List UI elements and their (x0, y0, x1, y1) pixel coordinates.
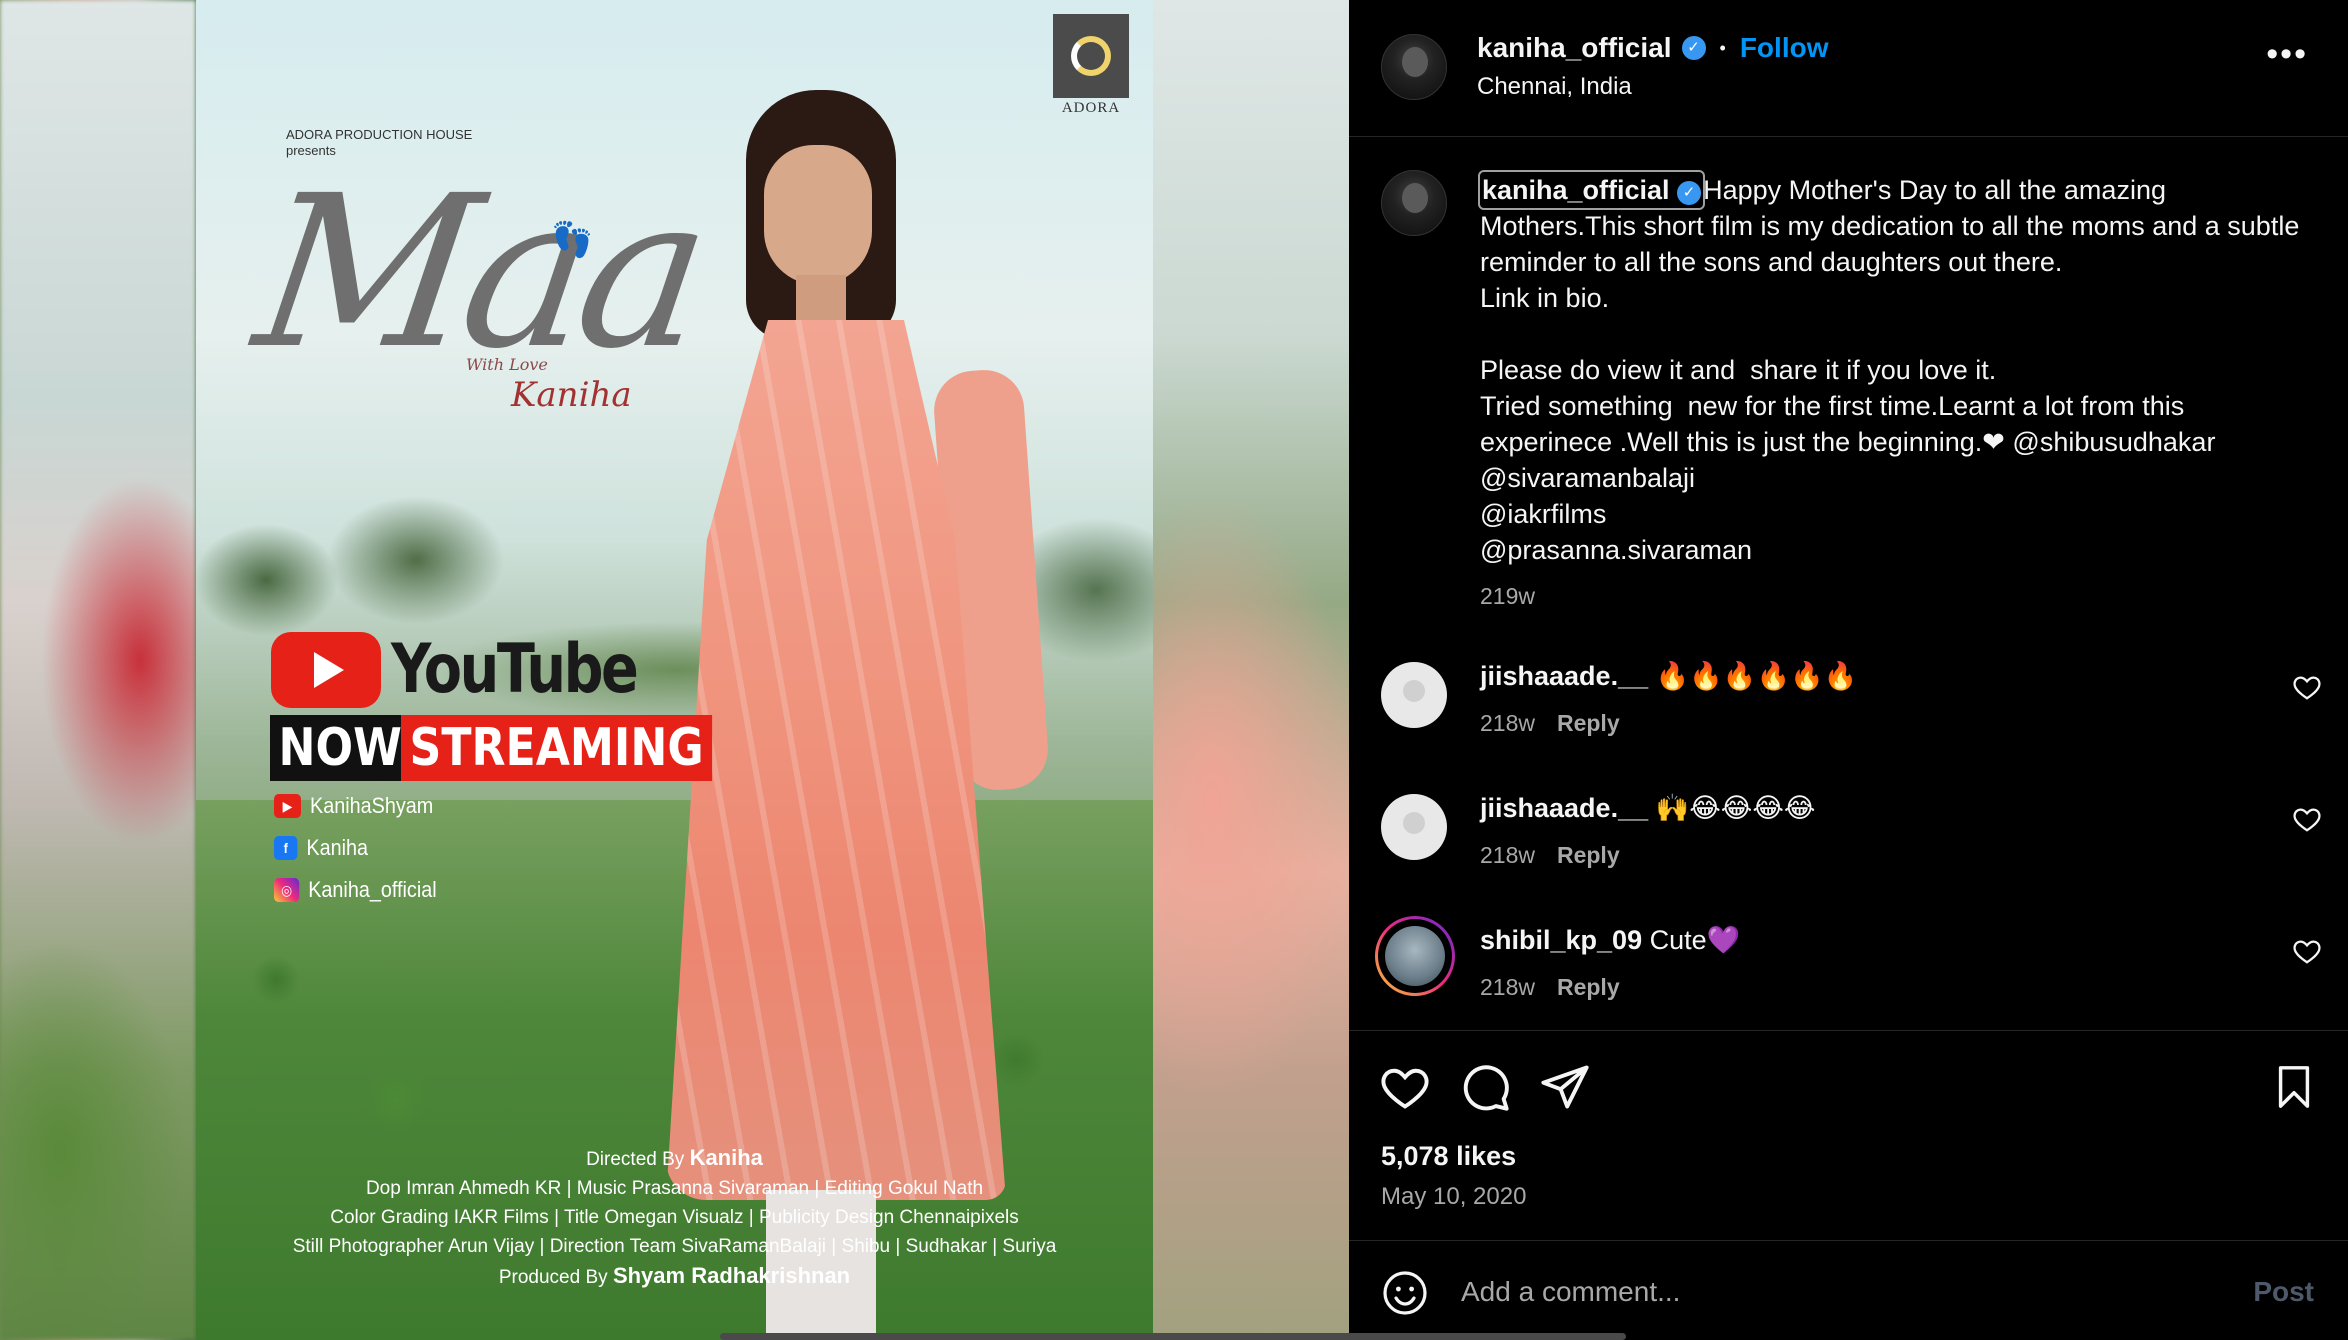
comment-username[interactable]: jiishaaade.__ (1480, 661, 1648, 691)
post-actions: 5,078 likes May 10, 2020 (1349, 1030, 2348, 1240)
caption-body: Happy Mother's Day to all the amazing Mo… (1480, 175, 2300, 565)
like-comment-heart-icon[interactable] (2292, 672, 2322, 702)
movie-poster-image: ADORA ADORA PRODUCTION HOUSE presents Ma… (196, 0, 1153, 1340)
comment-avatar-story-ring[interactable] (1375, 916, 1455, 996)
emoji-icon[interactable] (1381, 1269, 1429, 1317)
comment-meta: 218w Reply (1480, 710, 1620, 736)
save-bookmark-icon[interactable] (2271, 1061, 2317, 1113)
post-location[interactable]: Chennai, India (1477, 73, 1632, 101)
comment-item: jiishaaade.__ 🔥🔥🔥🔥🔥🔥 218w Reply (1349, 660, 2348, 760)
comment-avatar[interactable] (1381, 794, 1447, 860)
youtube-icon: ▶ (274, 794, 301, 818)
verified-badge-icon: ✓ (1681, 36, 1706, 60)
verified-badge-icon: ✓ (1677, 181, 1702, 205)
poster-credit-director: Directed By Kaniha (586, 1145, 763, 1170)
poster-credit-line: Dop Imran Ahmedh KR | Music Prasanna Siv… (365, 1178, 984, 1199)
reply-button[interactable]: Reply (1557, 842, 1620, 868)
instagram-post-modal: ADORA ADORA PRODUCTION HOUSE presents Ma… (0, 0, 2348, 1340)
caption-username[interactable]: kaniha_official ✓ (1477, 170, 1706, 210)
more-horizontal-icon[interactable]: ••• (2266, 37, 2308, 71)
signature-text: Kaniha (511, 375, 632, 415)
add-comment-bar: Add a comment... Post (1349, 1240, 2348, 1340)
post-media[interactable]: ADORA ADORA PRODUCTION HOUSE presents Ma… (0, 0, 1349, 1340)
caption-author-avatar[interactable] (1381, 170, 1447, 236)
adora-logo: ADORA (1053, 14, 1129, 118)
poster-credit-line: Color Grading IAKR Films | Title Omegan … (330, 1207, 1019, 1228)
poster-credit-line: Still Photographer Arun Vijay | Directio… (292, 1236, 1057, 1257)
like-comment-heart-icon[interactable] (2292, 804, 2322, 834)
instagram-icon: ◎ (274, 878, 300, 902)
likes-count[interactable]: 5,078 likes (1381, 1141, 1516, 1172)
post-caption: kaniha_official ✓ Happy Mother's Day to a… (1477, 170, 2300, 568)
follow-button[interactable]: Follow (1740, 32, 1829, 64)
header-user-line: kaniha_official ✓ • Follow (1477, 32, 1828, 64)
youtube-logo: YouTube (271, 630, 690, 709)
horizontal-scrollbar[interactable] (720, 1333, 1626, 1340)
comment-item: jiishaaade.__ 🙌😂😂😂😂 218w Reply (1349, 792, 2348, 892)
author-avatar[interactable] (1381, 34, 1447, 100)
comment-username[interactable]: jiishaaade.__ (1480, 793, 1648, 823)
facebook-icon: f (274, 836, 298, 860)
comment-bubble-icon[interactable] (1459, 1061, 1511, 1113)
poster-social-instagram: ◎ Kaniha_official (274, 877, 437, 903)
share-paper-plane-icon[interactable] (1539, 1061, 1591, 1113)
reply-button[interactable]: Reply (1557, 710, 1620, 736)
comment-avatar[interactable] (1381, 662, 1447, 728)
header-separator: • (1719, 37, 1726, 58)
post-comment-button[interactable]: Post (2253, 1276, 2314, 1308)
now-streaming-banner: NOW STREAMING (270, 715, 767, 781)
author-username[interactable]: kaniha_official (1477, 32, 1672, 64)
comment-meta: 218w Reply (1480, 842, 1620, 868)
like-comment-heart-icon[interactable] (2292, 936, 2322, 966)
post-side-panel: kaniha_official ✓ • Follow Chennai, Indi… (1349, 0, 2348, 1340)
comment-username[interactable]: shibil_kp_09 (1480, 925, 1642, 955)
media-blur-left (0, 0, 196, 1340)
comment-text: shibil_kp_09 Cute💜 (1480, 925, 1741, 955)
media-blur-right (1153, 0, 1349, 1340)
poster-social-facebook: f Kaniha (274, 835, 368, 861)
comment-meta: 218w Reply (1480, 974, 1620, 1000)
caption-timestamp[interactable]: 219w (1480, 583, 1535, 610)
like-heart-icon[interactable] (1379, 1061, 1431, 1113)
reply-button[interactable]: Reply (1557, 974, 1620, 1000)
poster-credit-producer: Produced By Shyam Radhakrishnan (498, 1263, 851, 1288)
comment-item: shibil_kp_09 Cute💜 218w Reply (1349, 919, 2348, 1024)
comment-text: jiishaaade.__ 🙌😂😂😂😂 (1480, 793, 1816, 823)
with-love-text: With Love (466, 355, 548, 374)
comment-input[interactable]: Add a comment... (1461, 1276, 1680, 1308)
post-date[interactable]: May 10, 2020 (1381, 1183, 1526, 1211)
footprints-icon: 👣 (551, 221, 594, 259)
youtube-play-icon (271, 631, 381, 708)
poster-social-youtube: ▶ KanihaShyam (274, 793, 433, 819)
comment-text: jiishaaade.__ 🔥🔥🔥🔥🔥🔥 (1480, 661, 1858, 691)
post-header: kaniha_official ✓ • Follow Chennai, Indi… (1349, 0, 2348, 137)
